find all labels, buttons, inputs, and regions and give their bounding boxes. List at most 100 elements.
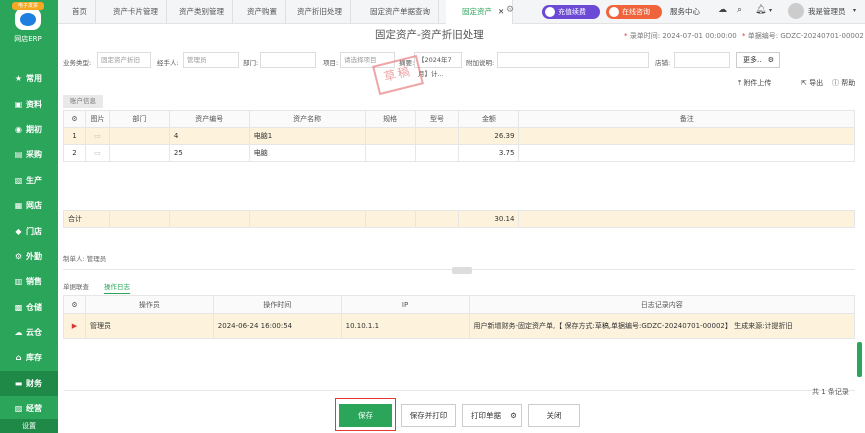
total-row: 合计 30.14 — [63, 210, 855, 228]
table-row[interactable]: 2 ▭ 25 电脑 3.75 — [63, 144, 855, 162]
settings-button[interactable]: 设置 — [0, 419, 58, 433]
col-header-amount: 金额 — [458, 110, 520, 128]
save-button[interactable]: 保存 — [339, 404, 392, 427]
sidebar-item-7[interactable]: ⚙ 外勤 — [0, 244, 58, 269]
cell-note[interactable] — [518, 127, 855, 145]
help-icon: ⓘ — [832, 79, 839, 87]
sidebar-item-8[interactable]: ▥ 销售 — [0, 269, 58, 294]
cell-dept[interactable] — [108, 127, 170, 145]
sidebar-item-12[interactable]: ▬ 财务 — [0, 370, 58, 397]
tab-account-info[interactable]: 账户信息 — [63, 95, 103, 108]
scrollbar[interactable] — [857, 342, 862, 377]
biz-type-field[interactable]: 固定资产折旧 — [97, 52, 151, 68]
note-field[interactable] — [497, 52, 649, 68]
tab-fixed-asset-label: 固定资产 — [462, 7, 492, 16]
table-row[interactable]: 1 ▭ 4 电脑1 26.39 — [63, 127, 855, 145]
chevron-down-icon[interactable]: ▾ — [853, 7, 856, 14]
sidebar-item-0[interactable]: ★ 常用 — [0, 66, 58, 91]
close-button[interactable]: 关闭 — [528, 404, 580, 427]
sidebar-item-10[interactable]: ☁ 云仓 — [0, 320, 58, 345]
print-button[interactable]: 打印单据 ⚙ — [462, 404, 522, 427]
close-icon[interactable]: ✕ — [498, 7, 504, 16]
log-grid: ⚙ 操作员 操作时间 IP 日志记录内容 ▶ 管理员 2024-06-24 16… — [63, 295, 855, 391]
collapse-handle[interactable] — [452, 267, 472, 274]
gear-icon[interactable]: ⚙ — [510, 405, 517, 426]
bill-no-value: GDZC-20240701-00002 — [780, 32, 864, 40]
cell-dept[interactable] — [108, 144, 170, 162]
sidebar-item-2[interactable]: ◉ 期初 — [0, 117, 58, 142]
gear-icon[interactable]: ⚙ — [506, 5, 514, 15]
chevron-down-icon[interactable]: ▾ — [769, 7, 772, 14]
image-icon[interactable]: ▭ — [84, 127, 110, 145]
sidebar-item-1[interactable]: ▣ 资料 — [0, 91, 58, 116]
date-value[interactable]: 2024-07-01 00:00:00 — [662, 32, 736, 40]
top-tab-bar: 首页 资产卡片管理 资产类别管理 资产购置 资产折旧处理 固定资产单据查询 固定… — [58, 0, 865, 24]
help-button[interactable]: ⓘ 帮助 — [832, 78, 855, 88]
bell-icon[interactable]: 🔔︎ — [755, 5, 766, 15]
export-button[interactable]: ⇱ 导出 — [801, 78, 823, 88]
sidebar-item-label: 采购 — [26, 150, 42, 160]
cell-amount[interactable]: 26.39 — [458, 127, 520, 145]
help-label: 帮助 — [841, 79, 856, 87]
table-row[interactable]: ▶ 管理员 2024-06-24 16:00:54 10.10.1.1 用户新增… — [63, 313, 855, 339]
cell-operator: 管理员 — [84, 313, 214, 339]
image-icon[interactable]: ▭ — [84, 144, 110, 162]
sidebar-item-9[interactable]: ▩ 仓储 — [0, 295, 58, 320]
sidebar-item-5[interactable]: ▦ 网店 — [0, 193, 58, 218]
tab-asset-category[interactable]: 资产类别管理 — [171, 0, 233, 24]
cell-note[interactable] — [518, 144, 855, 162]
note-label: 附加说明: — [466, 59, 495, 67]
user-name[interactable]: 我是管理员 — [808, 6, 846, 17]
cell-model[interactable] — [414, 144, 460, 162]
sidebar-item-label: 财务 — [26, 378, 42, 388]
col-header-content: 日志记录内容 — [468, 295, 855, 314]
sidebar-item-11[interactable]: ⌂ 库存 — [0, 345, 58, 370]
doc-icon: ▧ — [14, 175, 23, 185]
cloud-icon[interactable]: ☁ — [718, 5, 727, 15]
col-header-time: 操作时间 — [212, 295, 342, 314]
tab-asset-card[interactable]: 资产卡片管理 — [105, 0, 167, 24]
cell-code[interactable]: 25 — [168, 144, 250, 162]
service-center-link[interactable]: 服务中心 — [670, 6, 700, 17]
sidebar-item-3[interactable]: ▤ 采购 — [0, 142, 58, 167]
tab-asset-depreciation[interactable]: 资产折旧处理 — [289, 0, 351, 24]
avatar[interactable] — [788, 3, 804, 19]
grid-settings-icon[interactable]: ⚙ — [63, 110, 86, 128]
trend-icon: ▥ — [14, 277, 23, 287]
cell-spec[interactable] — [364, 144, 416, 162]
biz-type-label: 业务类型: — [63, 59, 92, 67]
save-print-button[interactable]: 保存并打印 — [401, 404, 456, 427]
cell-name[interactable]: 电脑1 — [248, 127, 366, 145]
shop-field[interactable] — [674, 52, 730, 68]
cell-content: 用户新增财务-固定资产单,【 保存方式:草稿,单据编号:GDZC-2024070… — [468, 313, 855, 339]
sidebar-item-6[interactable]: ◆ 门店 — [0, 218, 58, 243]
cell-amount[interactable]: 3.75 — [458, 144, 520, 162]
search-icon[interactable]: ⌕ — [737, 5, 742, 15]
cell-spec[interactable] — [364, 127, 416, 145]
more-button[interactable]: 更多.. ⚙ — [736, 52, 780, 68]
tab-fixed-asset[interactable]: 固定资产 ✕ — [446, 0, 514, 24]
dept-field[interactable] — [260, 52, 316, 68]
sidebar-item-13[interactable]: ▨ 经营 — [0, 396, 58, 421]
app-logo[interactable]: 电子发票 网店ERP — [9, 2, 47, 48]
cell-code[interactable]: 4 — [168, 127, 250, 145]
col-header-ip: IP — [340, 295, 470, 314]
summary-field[interactable]: 【2024年7月】计... — [414, 52, 462, 78]
wallet-icon: ▬ — [14, 378, 23, 388]
log-settings-icon[interactable]: ⚙ — [63, 295, 86, 314]
tab-operation-log[interactable]: 操作日志 — [104, 281, 130, 294]
cell-ip: 10.10.1.1 — [340, 313, 470, 339]
cell-name[interactable]: 电脑 — [248, 144, 366, 162]
tab-asset-purchase[interactable]: 资产购置 — [239, 0, 286, 24]
tab-fixed-asset-query[interactable]: 固定资产单据查询 — [362, 0, 439, 24]
tab-home[interactable]: 首页 — [64, 0, 96, 24]
tab-linked-docs[interactable]: 单据联查 — [63, 281, 89, 291]
renew-button[interactable]: 充值续费 — [542, 5, 600, 19]
row-index: 1 — [63, 127, 86, 145]
sidebar-item-4[interactable]: ▧ 生产 — [0, 168, 58, 193]
consult-button[interactable]: 在线咨询 — [606, 5, 662, 19]
attach-upload-button[interactable]: ⤒ 附件上传 — [738, 78, 771, 88]
print-label: 打印单据 — [471, 411, 501, 420]
handler-field[interactable]: 管理员 — [183, 52, 239, 68]
cell-model[interactable] — [414, 127, 460, 145]
